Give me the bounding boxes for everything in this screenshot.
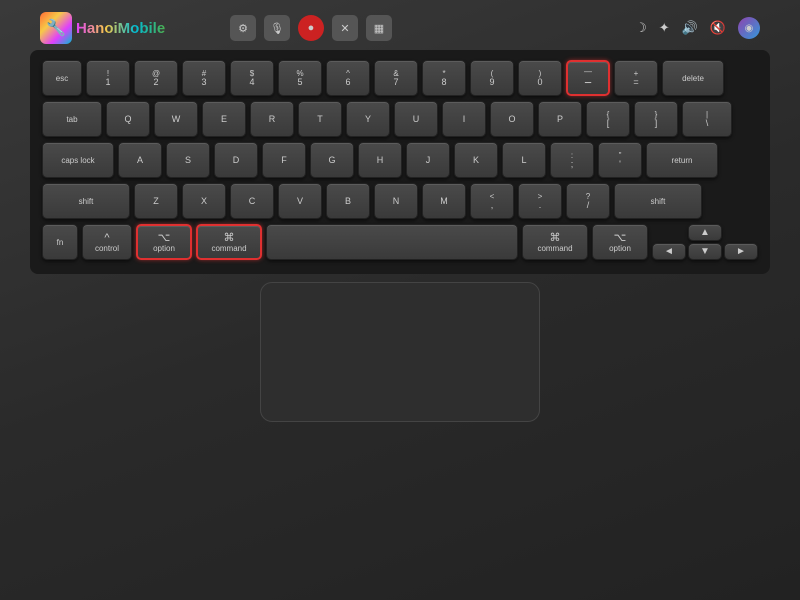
esc-key[interactable]: esc	[42, 60, 82, 96]
tb-icon-x[interactable]: ✕	[332, 15, 358, 41]
key-2[interactable]: @2	[134, 60, 178, 96]
tb-icon-rec[interactable]: ●	[298, 15, 324, 41]
top-bar-right: ☽ ✦ 🔊 🔇 ◉	[635, 17, 760, 39]
key-semicolon[interactable]: :;	[550, 142, 594, 178]
zxcv-row: shift Z X C V B N M <, >. ?/ shift	[42, 183, 758, 219]
tb-icon-grid[interactable]: ▦	[366, 15, 392, 41]
key-k[interactable]: K	[454, 142, 498, 178]
arrow-up-key[interactable]: ▲	[688, 224, 722, 241]
key-h[interactable]: H	[358, 142, 402, 178]
key-m[interactable]: M	[422, 183, 466, 219]
key-6[interactable]: ^6	[326, 60, 370, 96]
key-q[interactable]: Q	[106, 101, 150, 137]
key-7[interactable]: &7	[374, 60, 418, 96]
return-key[interactable]: return	[646, 142, 718, 178]
key-comma[interactable]: <,	[470, 183, 514, 219]
key-r[interactable]: R	[250, 101, 294, 137]
key-open-bracket[interactable]: {[	[586, 101, 630, 137]
key-s[interactable]: S	[166, 142, 210, 178]
caps-lock-key[interactable]: caps lock	[42, 142, 114, 178]
laptop-container: 🔧 HanoiMobile ⚙ 🎙 ● ✕ ▦ ☽ ✦ 🔊 🔇 ◉ esc !1…	[0, 0, 800, 600]
key-b[interactable]: B	[326, 183, 370, 219]
arrow-left-key[interactable]: ◄	[652, 243, 686, 260]
key-f[interactable]: F	[262, 142, 306, 178]
key-t[interactable]: T	[298, 101, 342, 137]
minus-key[interactable]: —−	[566, 60, 610, 96]
key-3[interactable]: #3	[182, 60, 226, 96]
arrow-down-key[interactable]: ▼	[688, 243, 722, 260]
arrow-keys: ▲ ◄ ▼ ►	[652, 224, 758, 260]
option-key[interactable]: ⌥option	[136, 224, 192, 260]
space-key[interactable]	[266, 224, 518, 260]
command-right-key[interactable]: ⌘command	[522, 224, 588, 260]
key-close-bracket[interactable]: }]	[634, 101, 678, 137]
key-u[interactable]: U	[394, 101, 438, 137]
key-backslash[interactable]: |\	[682, 101, 732, 137]
qwerty-row: tab Q W E R T Y U I O P {[ }] |\	[42, 101, 758, 137]
number-row: esc !1 @2 #3 $4 %5 ^6 &7 *8 (9 )0 —− += …	[42, 60, 758, 96]
command-left-key[interactable]: ⌘command	[196, 224, 262, 260]
moon-icon: ☽	[635, 20, 647, 36]
logo-icon: 🔧	[40, 12, 72, 44]
key-o[interactable]: O	[490, 101, 534, 137]
key-a[interactable]: A	[118, 142, 162, 178]
top-bar: 🔧 HanoiMobile ⚙ 🎙 ● ✕ ▦ ☽ ✦ 🔊 🔇 ◉	[30, 10, 770, 46]
key-e[interactable]: E	[202, 101, 246, 137]
tb-icon-gear[interactable]: ⚙	[230, 15, 256, 41]
key-j[interactable]: J	[406, 142, 450, 178]
brightness-icon: ✦	[659, 20, 670, 36]
key-l[interactable]: L	[502, 142, 546, 178]
key-quote[interactable]: "'	[598, 142, 642, 178]
shift-left-key[interactable]: shift	[42, 183, 130, 219]
key-x[interactable]: X	[182, 183, 226, 219]
key-4[interactable]: $4	[230, 60, 274, 96]
asdf-row: caps lock A S D F G H J K L :; "' return	[42, 142, 758, 178]
top-bar-icons: ⚙ 🎙 ● ✕ ▦	[230, 15, 392, 41]
delete-key[interactable]: delete	[662, 60, 724, 96]
mute-icon: 🔇	[710, 20, 726, 36]
key-8[interactable]: *8	[422, 60, 466, 96]
key-slash[interactable]: ?/	[566, 183, 610, 219]
key-5[interactable]: %5	[278, 60, 322, 96]
key-v[interactable]: V	[278, 183, 322, 219]
key-period[interactable]: >.	[518, 183, 562, 219]
shift-right-key[interactable]: shift	[614, 183, 702, 219]
logo-area: 🔧 HanoiMobile	[40, 12, 165, 44]
arrow-right-key[interactable]: ►	[724, 243, 758, 260]
key-p[interactable]: P	[538, 101, 582, 137]
bottom-row: fn ^control ⌥option ⌘command ⌘command ⌥o…	[42, 224, 758, 260]
siri-icon: ◉	[738, 17, 760, 39]
fn-key[interactable]: fn	[42, 224, 78, 260]
key-1[interactable]: !1	[86, 60, 130, 96]
key-d[interactable]: D	[214, 142, 258, 178]
tb-icon-mic[interactable]: 🎙	[264, 15, 290, 41]
key-c[interactable]: C	[230, 183, 274, 219]
key-w[interactable]: W	[154, 101, 198, 137]
key-y[interactable]: Y	[346, 101, 390, 137]
logo-text: HanoiMobile	[76, 20, 165, 37]
key-n[interactable]: N	[374, 183, 418, 219]
keyboard-area: esc !1 @2 #3 $4 %5 ^6 &7 *8 (9 )0 —− += …	[30, 50, 770, 274]
control-key[interactable]: ^control	[82, 224, 132, 260]
tab-key[interactable]: tab	[42, 101, 102, 137]
key-0[interactable]: )0	[518, 60, 562, 96]
equals-key[interactable]: +=	[614, 60, 658, 96]
trackpad[interactable]	[260, 282, 540, 422]
key-i[interactable]: I	[442, 101, 486, 137]
volume-icon: 🔊	[682, 20, 698, 36]
key-g[interactable]: G	[310, 142, 354, 178]
key-z[interactable]: Z	[134, 183, 178, 219]
key-9[interactable]: (9	[470, 60, 514, 96]
option-right-key[interactable]: ⌥option	[592, 224, 648, 260]
